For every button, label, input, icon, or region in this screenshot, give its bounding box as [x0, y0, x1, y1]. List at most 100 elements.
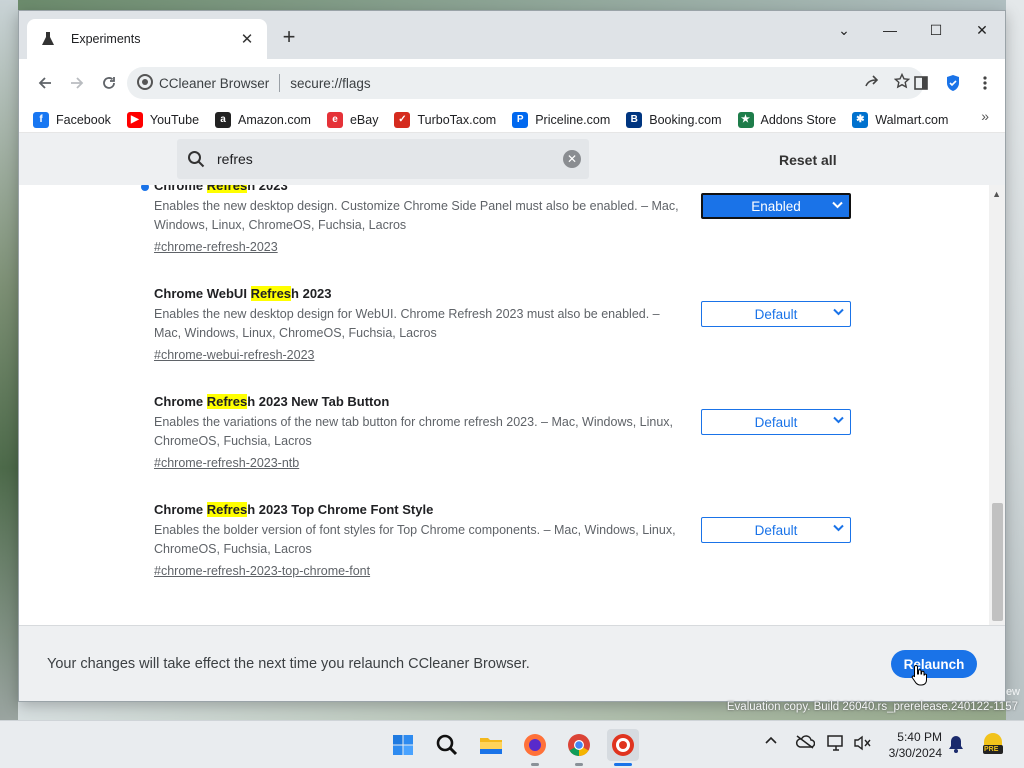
hand-cursor-icon — [911, 664, 927, 691]
bookmark-label: Priceline.com — [535, 112, 611, 127]
flag-name-part: h 2023 Top Chrome Font Style — [247, 502, 434, 517]
address-bar[interactable]: CCleaner Browser secure://flags — [127, 67, 924, 99]
booking-icon: B — [626, 111, 643, 128]
bookmark-label: YouTube — [149, 112, 200, 127]
youtube-icon: ▶ — [126, 111, 143, 128]
browser-brand: CCleaner Browser — [159, 75, 270, 91]
clock[interactable]: 5:40 PM 3/30/2024 — [880, 729, 942, 761]
relaunch-button[interactable]: Relaunch — [891, 650, 977, 678]
clock-date: 3/30/2024 — [888, 746, 942, 760]
scroll-up-arrow-icon[interactable]: ▲ — [992, 189, 1001, 199]
flag-name-part: Chrome — [154, 502, 207, 517]
flag-permalink[interactable]: #chrome-refresh-2023-top-chrome-font — [154, 562, 854, 580]
bookmark-label: Amazon.com — [238, 112, 311, 127]
flag-state-select[interactable]: Default — [701, 409, 851, 435]
scrollbar-thumb[interactable] — [992, 503, 1003, 621]
flag-permalink[interactable]: #chrome-refresh-2023-ntb — [154, 454, 854, 472]
bookmark-label: Addons Store — [760, 112, 837, 127]
flag-state-value: Enabled — [751, 198, 801, 214]
watermark-fragment: ew — [1005, 686, 1020, 698]
forward-icon[interactable] — [61, 67, 93, 99]
flag-state-select[interactable]: Default — [701, 301, 851, 327]
flag-permalink[interactable]: #chrome-webui-refresh-2023 — [154, 346, 854, 364]
priceline-icon: P — [512, 111, 529, 128]
bookmarks-overflow-icon[interactable]: » — [981, 108, 989, 124]
relaunch-bar: Your changes will take effect the next t… — [19, 625, 1005, 701]
ccleaner-active-indicator — [614, 763, 632, 766]
reload-icon[interactable] — [93, 67, 125, 99]
onedrive-offline-icon[interactable] — [795, 735, 815, 749]
bookmarks-bar: f Facebook ▶ YouTube a Amazon.com e eBay ✓ TurboT… — [19, 107, 1005, 133]
start-windows-icon[interactable] — [387, 729, 419, 761]
bookmark-amazon-com[interactable]: a Amazon.com — [215, 111, 311, 128]
firefox-running-indicator — [531, 763, 539, 766]
search-match-highlight: Refres — [250, 286, 292, 301]
search-match-highlight: Refres — [206, 185, 248, 193]
bookmark-label: Walmart.com — [875, 112, 949, 127]
bookmark-priceline-com[interactable]: P Priceline.com — [512, 111, 611, 128]
browser-window: Experiments ✕ + ⌄ — ☐ ✕ CCleaner Browser… — [18, 10, 1006, 702]
tab-experiments[interactable]: Experiments ✕ — [27, 19, 267, 59]
title-bar: Experiments ✕ + ⌄ — ☐ ✕ — [19, 11, 1005, 59]
flag-state-select[interactable]: Enabled — [701, 193, 851, 219]
chevron-down-icon — [832, 200, 843, 212]
turbotax-icon: ✓ — [394, 111, 411, 128]
flask-icon — [39, 30, 57, 48]
insider-badge-label: PRE — [984, 746, 999, 753]
flags-list: Chrome Refresh 2023 Enables the new deskt… — [19, 185, 991, 625]
clock-time: 5:40 PM — [897, 730, 942, 744]
bookmark-walmart-com[interactable]: ✱ Walmart.com — [852, 111, 949, 128]
chevron-down-icon — [833, 307, 844, 319]
minimize-button[interactable]: — — [867, 15, 913, 45]
flag-name-part: Chrome — [154, 394, 207, 409]
flag-name-part: h 2023 New Tab Button — [247, 394, 390, 409]
search-input[interactable]: refres — [217, 151, 253, 167]
flag-name-part: h 2023 — [247, 185, 288, 193]
flag-state-value: Default — [754, 522, 798, 538]
flag-description: Enables the new desktop design for WebUI… — [154, 307, 660, 340]
bookmark-facebook[interactable]: f Facebook — [33, 111, 111, 128]
firefox-icon[interactable] — [519, 729, 551, 761]
bookmark-youtube[interactable]: ▶ YouTube — [126, 111, 200, 128]
flag-name-part: Chrome — [154, 185, 207, 193]
bookmark-label: TurboTax.com — [417, 112, 497, 127]
insider-badge-icon[interactable]: PRE — [980, 731, 1006, 757]
chrome-icon[interactable] — [563, 729, 595, 761]
bookmark-ebay[interactable]: e eBay — [326, 111, 379, 128]
bookmark-turbotax-com[interactable]: ✓ TurboTax.com — [394, 111, 497, 128]
flags-search-box[interactable]: refres ✕ — [177, 139, 589, 179]
url-text[interactable]: secure://flags — [290, 76, 370, 91]
display-network-icon[interactable] — [827, 735, 845, 751]
facebook-icon: f — [33, 111, 49, 128]
show-hidden-icons[interactable] — [764, 735, 778, 745]
tab-search-icon[interactable]: ⌄ — [821, 15, 867, 45]
shield-icon[interactable] — [943, 71, 963, 95]
notification-bell-icon[interactable] — [948, 735, 964, 758]
ccleaner-browser-icon[interactable] — [607, 729, 639, 761]
new-tab-button[interactable]: + — [277, 26, 301, 48]
bookmark-star-icon[interactable] — [893, 72, 911, 94]
search-match-highlight: Refres — [206, 502, 248, 517]
amazon-icon: a — [215, 111, 232, 128]
file-explorer-icon[interactable] — [475, 729, 507, 761]
bookmark-label: Facebook — [56, 112, 111, 127]
toolbar: CCleaner Browser secure://flags — [19, 59, 1005, 107]
close-window-button[interactable]: ✕ — [959, 15, 1005, 45]
volume-muted-icon[interactable] — [853, 735, 871, 751]
clear-search-icon[interactable]: ✕ — [563, 150, 581, 168]
flag-permalink[interactable]: #chrome-refresh-2023 — [154, 238, 854, 256]
bookmark-addons-store[interactable]: ★ Addons Store — [737, 111, 837, 128]
flag-description: Enables the variations of the new tab bu… — [154, 415, 674, 448]
desktop-right-edge — [1006, 0, 1024, 720]
maximize-button[interactable]: ☐ — [913, 15, 959, 45]
bookmark-booking-com[interactable]: B Booking.com — [626, 111, 722, 128]
search-taskbar-icon[interactable] — [431, 729, 463, 761]
back-icon[interactable] — [29, 67, 61, 99]
flag-state-select[interactable]: Default — [701, 517, 851, 543]
reset-all-button[interactable]: Reset all — [779, 152, 837, 168]
share-icon[interactable] — [864, 73, 880, 94]
menu-kebab-icon[interactable] — [975, 71, 995, 95]
side-panel-icon[interactable] — [911, 71, 931, 95]
bookmark-label: eBay — [349, 112, 379, 127]
close-tab-icon[interactable]: ✕ — [237, 30, 257, 48]
